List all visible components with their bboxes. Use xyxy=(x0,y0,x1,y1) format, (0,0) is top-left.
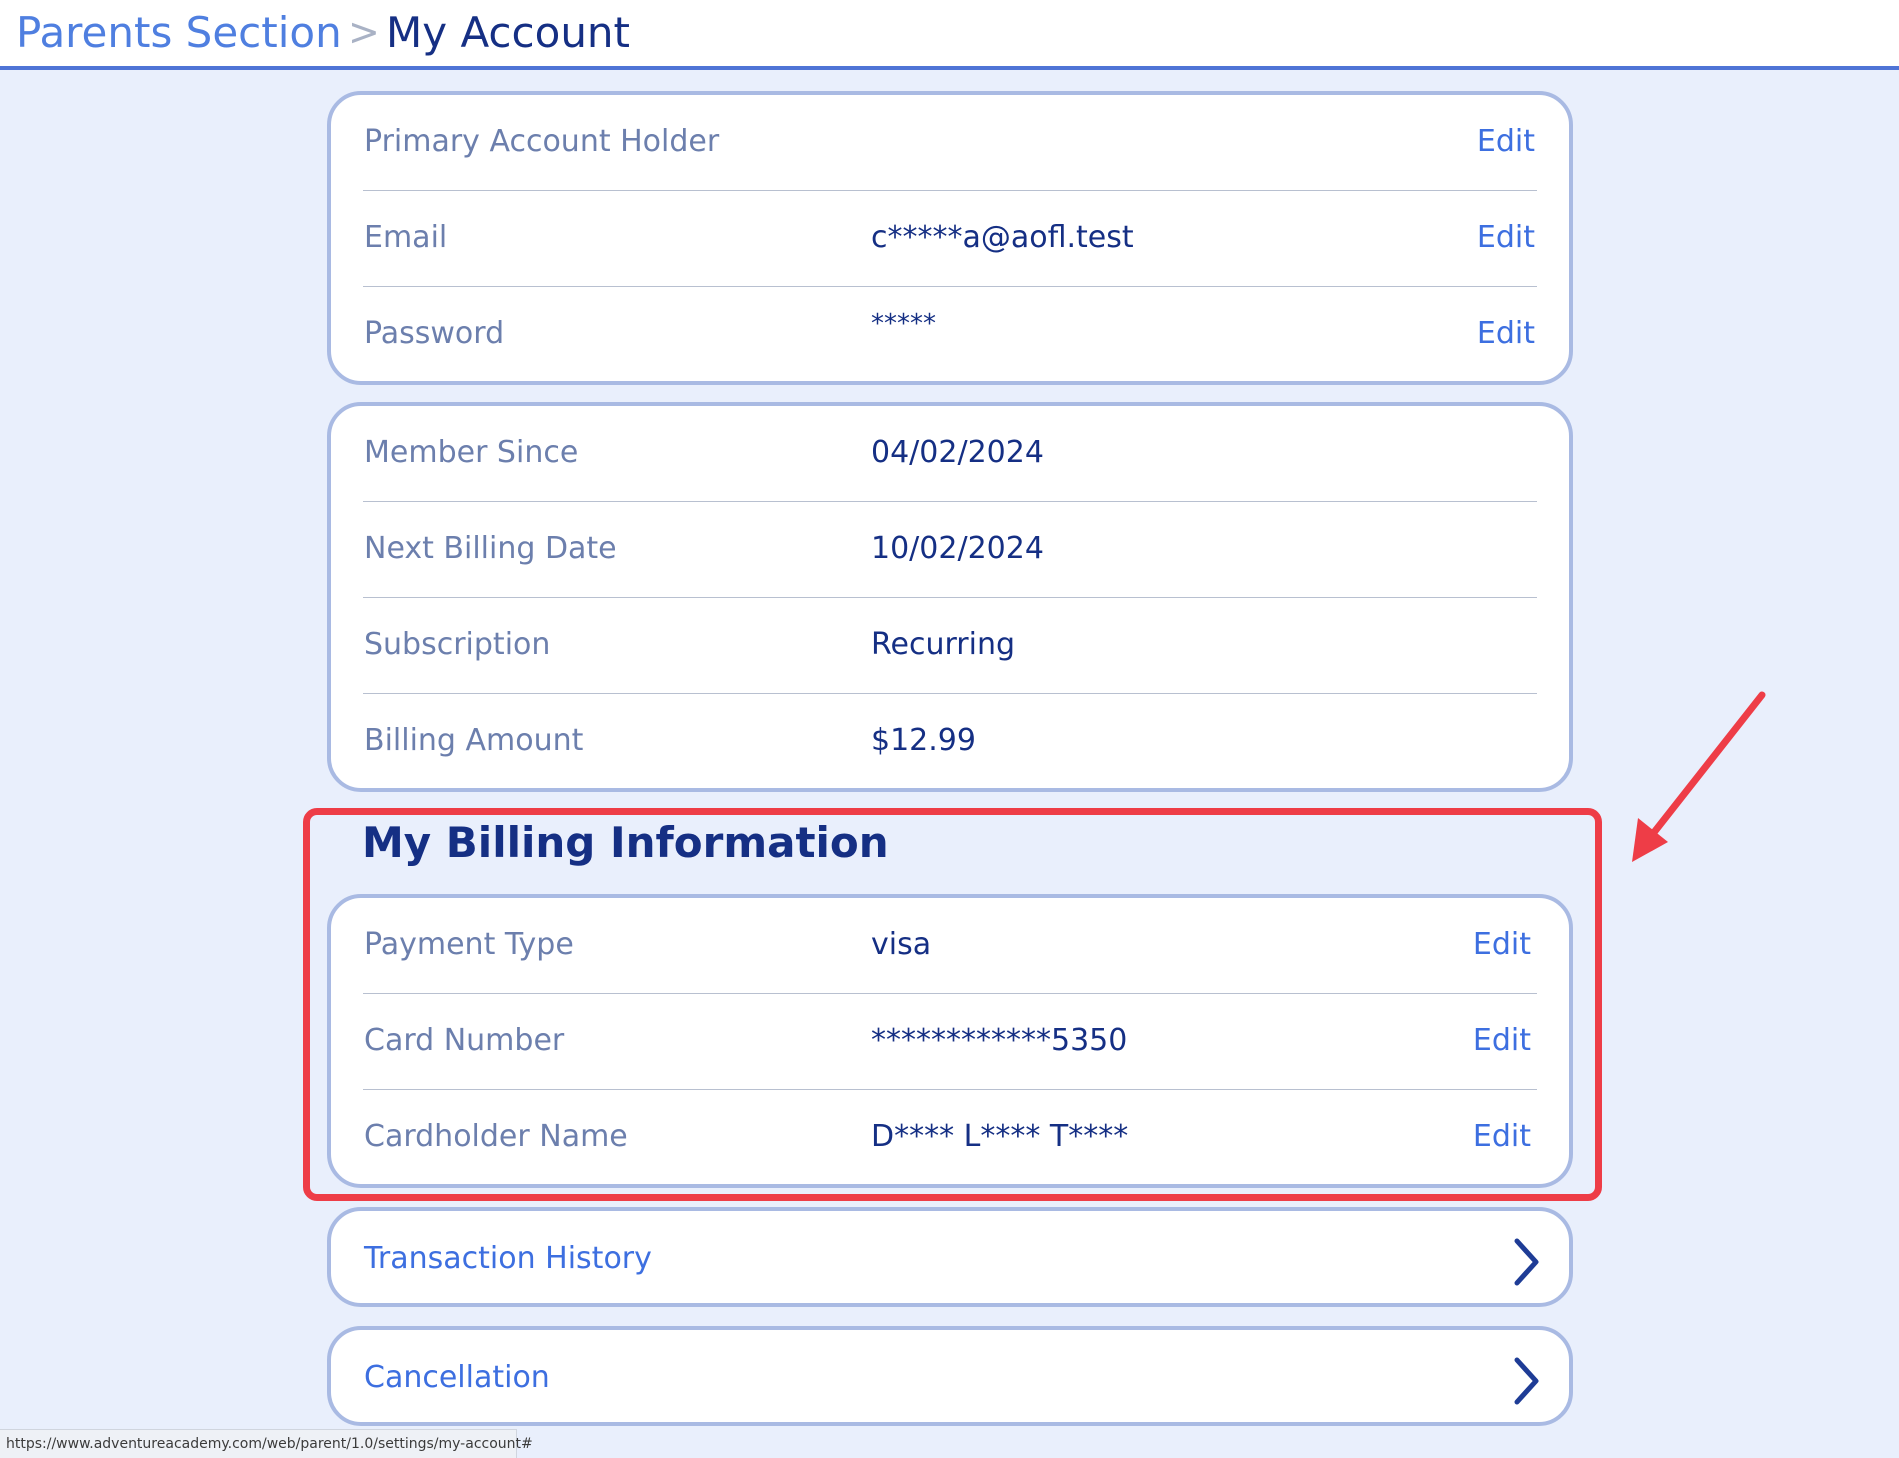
billing-amount-label: Billing Amount xyxy=(364,723,584,758)
breadcrumb-separator: > xyxy=(348,10,380,54)
email-row: Email c*****a@aofl.test Edit xyxy=(331,191,1569,287)
header-bar: Parents Section > My Account xyxy=(0,0,1899,70)
edit-password-link[interactable]: Edit xyxy=(1477,316,1535,351)
member-since-label: Member Since xyxy=(364,435,579,470)
password-value: ***** xyxy=(871,309,936,339)
next-billing-date-value: 10/02/2024 xyxy=(871,531,1044,566)
primary-account-holder-row: Primary Account Holder Edit xyxy=(331,95,1569,191)
password-label: Password xyxy=(364,316,505,351)
subscription-row: Subscription Recurring xyxy=(331,598,1569,694)
password-row: Password ***** Edit xyxy=(331,287,1569,383)
transaction-history-link[interactable]: Transaction History xyxy=(327,1207,1573,1307)
member-since-row: Member Since 04/02/2024 xyxy=(331,406,1569,502)
breadcrumb-parents-section[interactable]: Parents Section xyxy=(16,8,342,57)
email-label: Email xyxy=(364,220,448,255)
edit-primary-account-holder-link[interactable]: Edit xyxy=(1477,124,1535,159)
billing-amount-value: $12.99 xyxy=(871,723,976,758)
browser-status-bar: https://www.adventureacademy.com/web/par… xyxy=(0,1429,533,1458)
next-billing-date-label: Next Billing Date xyxy=(364,531,617,566)
chevron-right-icon xyxy=(1514,1357,1539,1405)
subscription-label: Subscription xyxy=(364,627,551,662)
cancellation-label: Cancellation xyxy=(364,1360,550,1395)
email-value: c*****a@aofl.test xyxy=(871,220,1134,255)
billing-amount-row: Billing Amount $12.99 xyxy=(331,694,1569,790)
cancellation-link[interactable]: Cancellation xyxy=(327,1326,1573,1426)
next-billing-date-row: Next Billing Date 10/02/2024 xyxy=(331,502,1569,598)
member-since-value: 04/02/2024 xyxy=(871,435,1044,470)
transaction-history-label: Transaction History xyxy=(364,1241,652,1276)
membership-card: Member Since 04/02/2024 Next Billing Dat… xyxy=(327,402,1573,792)
edit-email-link[interactable]: Edit xyxy=(1477,220,1535,255)
status-url: https://www.adventureacademy.com/web/par… xyxy=(6,1436,533,1452)
page-title: My Account xyxy=(386,8,631,57)
chevron-right-icon xyxy=(1514,1238,1539,1286)
primary-account-holder-label: Primary Account Holder xyxy=(364,124,720,159)
account-card: Primary Account Holder Edit Email c*****… xyxy=(327,91,1573,385)
subscription-value: Recurring xyxy=(871,627,1015,662)
billing-highlight-box xyxy=(303,808,1602,1201)
red-arrow-icon xyxy=(1632,691,1766,862)
